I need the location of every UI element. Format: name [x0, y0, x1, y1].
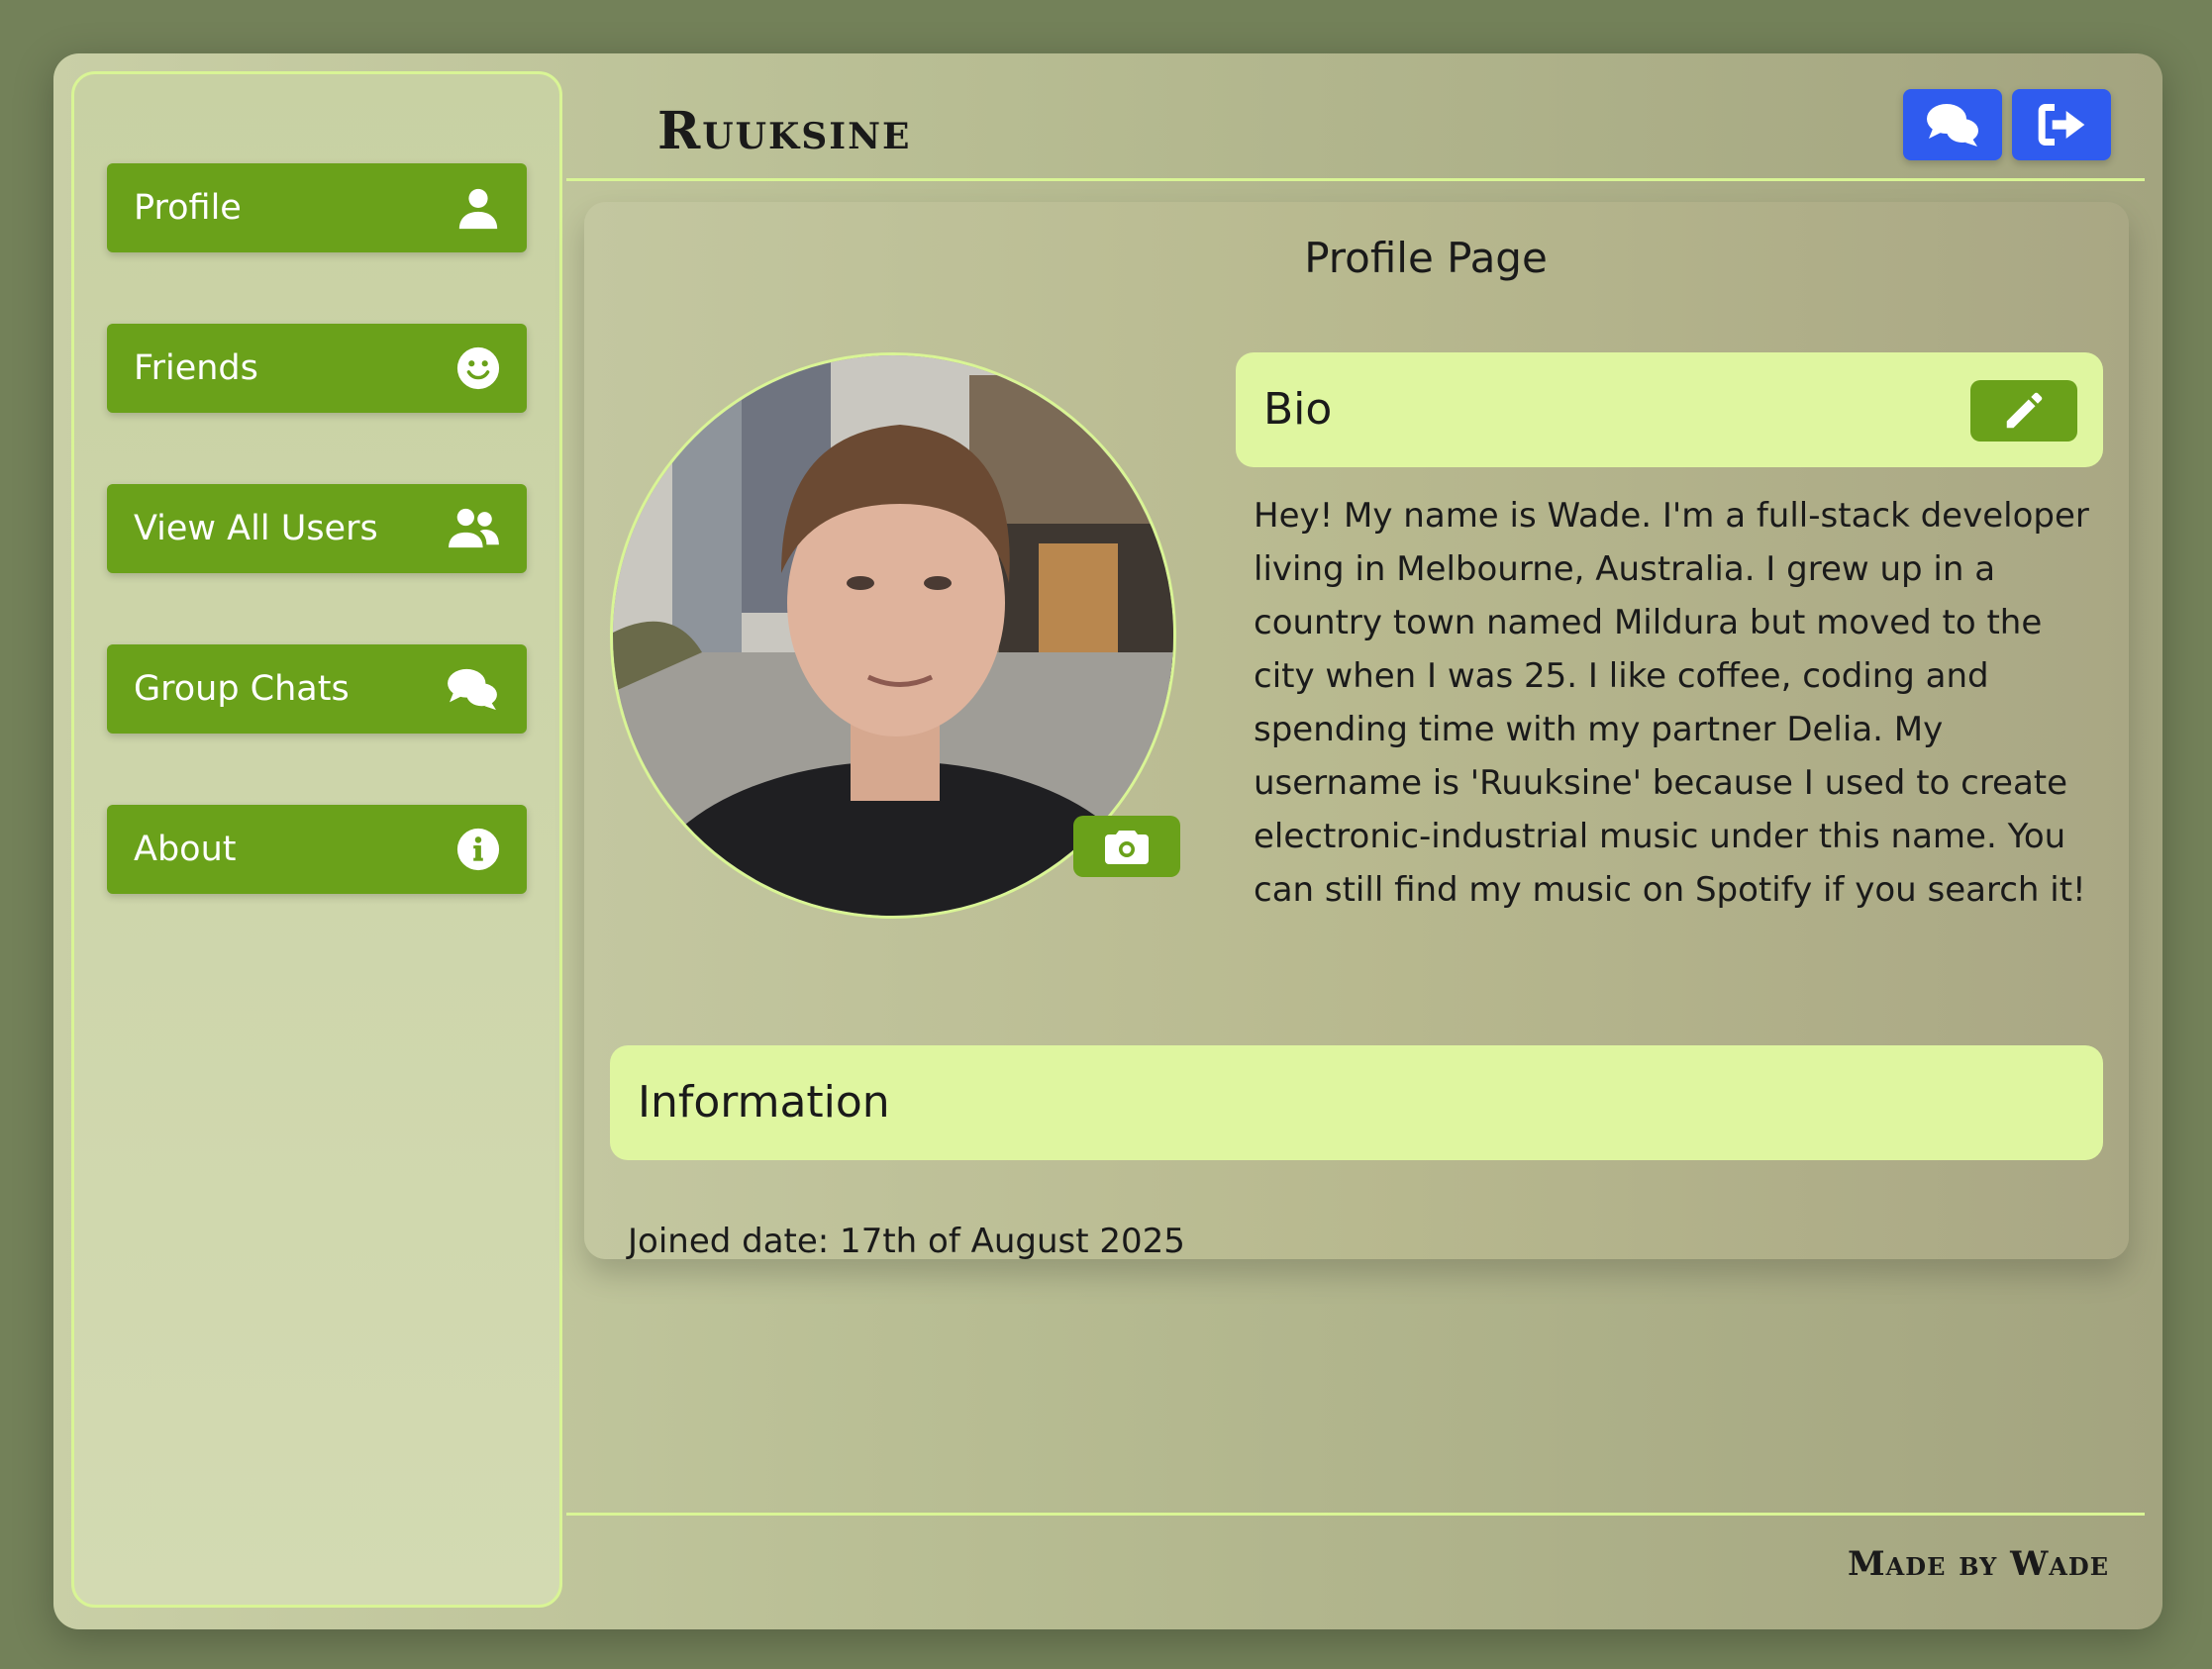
pencil-icon: [2006, 392, 2043, 429]
sidebar-item-group-chats[interactable]: Group Chats: [107, 644, 527, 734]
comments-icon: [448, 668, 497, 711]
app-window: Profile Friends View All Users Group Cha…: [53, 53, 2162, 1629]
footer-credit: Made by Wade: [1848, 1544, 2109, 1584]
edit-bio-button[interactable]: [1970, 380, 2077, 442]
bio-heading: Bio: [1263, 384, 1333, 435]
page-title: Profile Page: [1304, 234, 1548, 282]
sidebar-item-label: Friends: [134, 348, 258, 388]
profile-card: Profile Page Bio Hey! My name is Wade. I…: [584, 202, 2129, 1261]
header-divider: [566, 178, 2145, 181]
comments-icon: [1927, 104, 1978, 147]
information-header: Information: [610, 1045, 2103, 1160]
sidebar-item-label: Group Chats: [134, 669, 350, 709]
chat-button[interactable]: [1903, 89, 2002, 160]
sidebar-item-label: View All Users: [134, 509, 378, 548]
bio-text: Hey! My name is Wade. I'm a full-stack d…: [1254, 496, 2089, 910]
sidebar-item-label: Profile: [134, 188, 242, 228]
users-icon: [449, 508, 499, 548]
logout-button[interactable]: [2012, 89, 2111, 160]
smile-icon: [456, 346, 500, 390]
avatar-container: [610, 352, 1180, 923]
sidebar-item-about[interactable]: About: [107, 805, 527, 894]
info-icon: [456, 828, 500, 871]
sidebar-item-friends[interactable]: Friends: [107, 324, 527, 413]
sidebar: Profile Friends View All Users Group Cha…: [71, 71, 562, 1608]
sidebar-item-label: About: [134, 830, 237, 869]
sidebar-item-view-all-users[interactable]: View All Users: [107, 484, 527, 573]
joined-date: Joined date: 17th of August 2025: [628, 1222, 1185, 1261]
sidebar-item-profile[interactable]: Profile: [107, 163, 527, 252]
user-icon: [458, 188, 498, 230]
information-heading: Information: [638, 1077, 890, 1128]
camera-icon: [1105, 831, 1149, 864]
sign-out-icon: [2038, 104, 2085, 146]
app-title: Ruuksine: [657, 101, 912, 161]
change-photo-button[interactable]: [1073, 816, 1180, 877]
footer-divider: [566, 1513, 2145, 1516]
bio-header: Bio: [1236, 352, 2103, 467]
